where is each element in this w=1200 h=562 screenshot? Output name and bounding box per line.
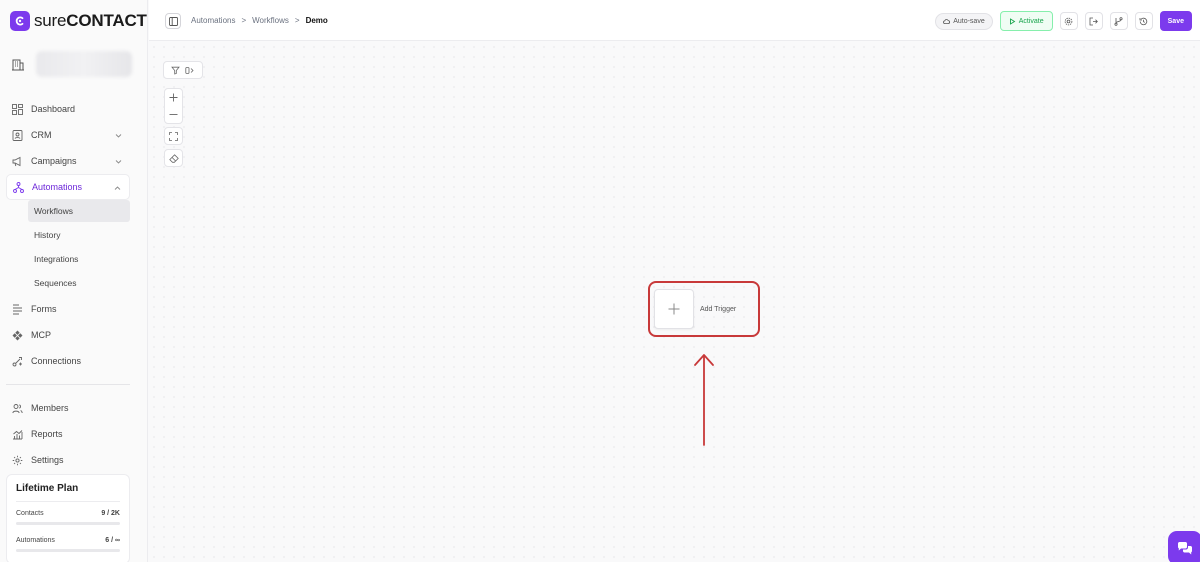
annotation-arrow-icon: [694, 354, 714, 446]
breadcrumb-workflows[interactable]: Workflows: [252, 16, 289, 25]
save-button[interactable]: Save: [1159, 11, 1192, 31]
sidebar-divider: [6, 384, 130, 385]
workflow-icon: [13, 181, 24, 193]
mcp-icon: [12, 330, 23, 341]
sidebar-item-automations[interactable]: Automations: [6, 174, 130, 200]
sidebar: sureCONTACT Dashboard CRM Campaigns Auto…: [0, 0, 148, 562]
pan-mode-icon[interactable]: [185, 66, 195, 75]
brand-name: sureCONTACT: [34, 11, 147, 30]
plan-usage-card: Lifetime Plan Contacts 9 / 2K Automation…: [6, 474, 130, 562]
sidebar-item-label: Campaigns: [31, 156, 77, 166]
surecontact-logo-icon: [10, 11, 30, 31]
cloud-icon: [943, 18, 951, 24]
breadcrumb-separator: >: [241, 16, 247, 25]
users-icon: [12, 403, 23, 414]
exit-button[interactable]: [1084, 12, 1103, 30]
connections-icon: [12, 356, 23, 367]
automations-usage-bar: [16, 549, 120, 552]
plan-title: Lifetime Plan: [16, 483, 120, 502]
sidebar-panel-icon: [168, 16, 178, 26]
contacts-usage-value: 9 / 2K: [101, 510, 120, 517]
chat-bubbles-icon: [1178, 542, 1192, 555]
megaphone-icon: [12, 156, 23, 167]
sidebar-item-label: Forms: [31, 304, 57, 314]
sidebar-subitem-workflows[interactable]: Workflows: [28, 200, 130, 222]
sidebar-subitem-integrations[interactable]: Integrations: [28, 248, 130, 270]
automations-submenu: Workflows History Integrations Sequences: [6, 200, 130, 294]
contact-card-icon: [12, 129, 23, 141]
history-icon: [1139, 17, 1148, 25]
sidebar-item-forms[interactable]: Forms: [6, 296, 130, 322]
chat-support-button[interactable]: [1168, 531, 1200, 562]
eraser-icon: [168, 153, 179, 163]
chevron-down-icon: [115, 131, 122, 138]
workflow-topbar: Automations > Workflows > Demo Auto-save…: [149, 0, 1200, 41]
topbar-actions: Auto-save Activate Save: [935, 11, 1192, 31]
grid-icon: [12, 103, 23, 115]
history-button[interactable]: [1134, 12, 1153, 30]
zoom-out-icon[interactable]: [169, 110, 178, 119]
gear-icon: [1064, 17, 1073, 25]
zoom-in-icon[interactable]: [169, 93, 178, 102]
toggle-sidebar-button[interactable]: [165, 13, 181, 29]
sidebar-item-label: Members: [31, 403, 69, 413]
sidebar-item-label: CRM: [31, 130, 52, 140]
brand-logo[interactable]: sureCONTACT: [10, 11, 147, 31]
sidebar-subitem-sequences[interactable]: Sequences: [28, 272, 130, 294]
add-trigger-node[interactable]: Add Trigger: [654, 287, 754, 331]
sidebar-item-settings[interactable]: Settings: [6, 447, 130, 473]
sidebar-item-reports[interactable]: Reports: [6, 421, 130, 447]
sidebar-item-label: Automations: [32, 182, 83, 192]
add-trigger-label: Add Trigger: [700, 305, 737, 313]
add-trigger-button[interactable]: [654, 289, 694, 329]
sidebar-item-members[interactable]: Members: [6, 395, 130, 421]
activate-button[interactable]: Activate: [999, 11, 1053, 31]
organization-name-redacted: [36, 51, 132, 77]
gear-icon: [12, 455, 23, 466]
sidebar-item-label: Reports: [31, 429, 63, 439]
sidebar-item-crm[interactable]: CRM: [6, 122, 130, 148]
sidebar-item-label: Settings: [31, 455, 64, 465]
breadcrumb-automations[interactable]: Automations: [191, 16, 235, 25]
breadcrumb: Automations > Workflows > Demo: [191, 16, 328, 25]
sidebar-item-dashboard[interactable]: Dashboard: [6, 96, 130, 122]
sidebar-nav: Dashboard CRM Campaigns Automations Work…: [6, 96, 130, 473]
organization-switcher[interactable]: [10, 50, 132, 78]
sidebar-subitem-history[interactable]: History: [28, 224, 130, 246]
automations-usage-row: Automations 6 / ∞: [16, 537, 120, 544]
branch-button[interactable]: [1109, 12, 1128, 30]
sidebar-item-label: Connections: [31, 356, 82, 366]
plus-icon: [668, 303, 680, 315]
sidebar-item-connections[interactable]: Connections: [6, 348, 130, 374]
sidebar-item-mcp[interactable]: MCP: [6, 322, 130, 348]
chart-icon: [12, 429, 23, 440]
autosave-toggle[interactable]: Auto-save: [935, 12, 993, 30]
zoom-controls: [164, 88, 183, 124]
play-icon: [1009, 17, 1016, 25]
building-icon: [10, 56, 26, 72]
autosave-label: Auto-save: [953, 17, 985, 25]
contacts-usage-row: Contacts 9 / 2K: [16, 510, 120, 517]
activate-label: Activate: [1018, 17, 1044, 25]
sidebar-item-campaigns[interactable]: Campaigns: [6, 148, 130, 174]
fit-view-button[interactable]: [164, 127, 183, 145]
automations-usage-label: Automations: [16, 537, 55, 544]
sidebar-item-label: Dashboard: [31, 104, 76, 114]
form-icon: [12, 304, 23, 315]
breadcrumb-current: Demo: [305, 16, 328, 25]
workflow-settings-button[interactable]: [1059, 12, 1078, 30]
fit-view-icon: [169, 131, 178, 141]
automations-usage-value: 6 / ∞: [105, 537, 120, 544]
chevron-up-icon: [114, 184, 121, 191]
filter-icon[interactable]: [170, 66, 180, 75]
contacts-usage-bar: [16, 522, 120, 525]
clear-canvas-button[interactable]: [164, 149, 183, 167]
exit-icon: [1089, 17, 1099, 25]
sidebar-item-label: MCP: [31, 330, 51, 340]
chevron-down-icon: [115, 157, 122, 164]
breadcrumb-separator: >: [294, 16, 300, 25]
contacts-usage-label: Contacts: [16, 510, 44, 517]
canvas-view-toolbar: [163, 61, 203, 79]
git-branch-icon: [1114, 16, 1123, 26]
